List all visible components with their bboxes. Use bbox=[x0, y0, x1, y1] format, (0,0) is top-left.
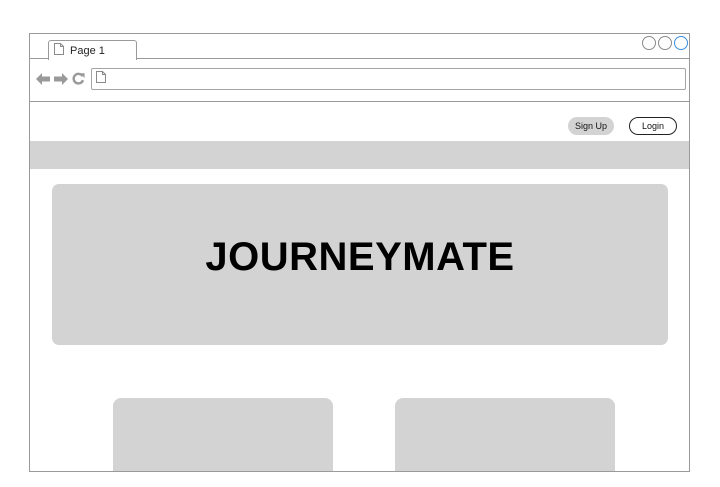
tab-title: Page 1 bbox=[70, 44, 105, 57]
sign-up-button[interactable]: Sign Up bbox=[568, 117, 614, 135]
tab-strip: Page 1 bbox=[30, 34, 689, 60]
page-content: Sign Up Login JOURNEYMATE bbox=[30, 102, 689, 471]
hero-title: JOURNEYMATE bbox=[205, 234, 515, 279]
feature-card-right bbox=[395, 398, 615, 471]
navigation-strip bbox=[30, 141, 689, 169]
navigation-bar bbox=[30, 59, 689, 102]
feature-card-left bbox=[113, 398, 333, 471]
window-controls bbox=[642, 36, 688, 50]
maximize-button[interactable] bbox=[658, 36, 672, 50]
browser-window: Page 1 Sign Up Login JOURNEYMATE bbox=[29, 33, 690, 472]
tab-page-1[interactable]: Page 1 bbox=[48, 40, 137, 60]
hero-banner: JOURNEYMATE bbox=[52, 184, 668, 345]
back-arrow-icon[interactable] bbox=[36, 72, 50, 90]
address-bar[interactable] bbox=[91, 68, 686, 90]
page-icon bbox=[54, 43, 64, 58]
login-button[interactable]: Login bbox=[629, 117, 677, 135]
minimize-button[interactable] bbox=[642, 36, 656, 50]
page-icon bbox=[96, 70, 106, 88]
reload-icon[interactable] bbox=[72, 72, 85, 90]
forward-arrow-icon[interactable] bbox=[54, 72, 68, 90]
close-button[interactable] bbox=[674, 36, 688, 50]
